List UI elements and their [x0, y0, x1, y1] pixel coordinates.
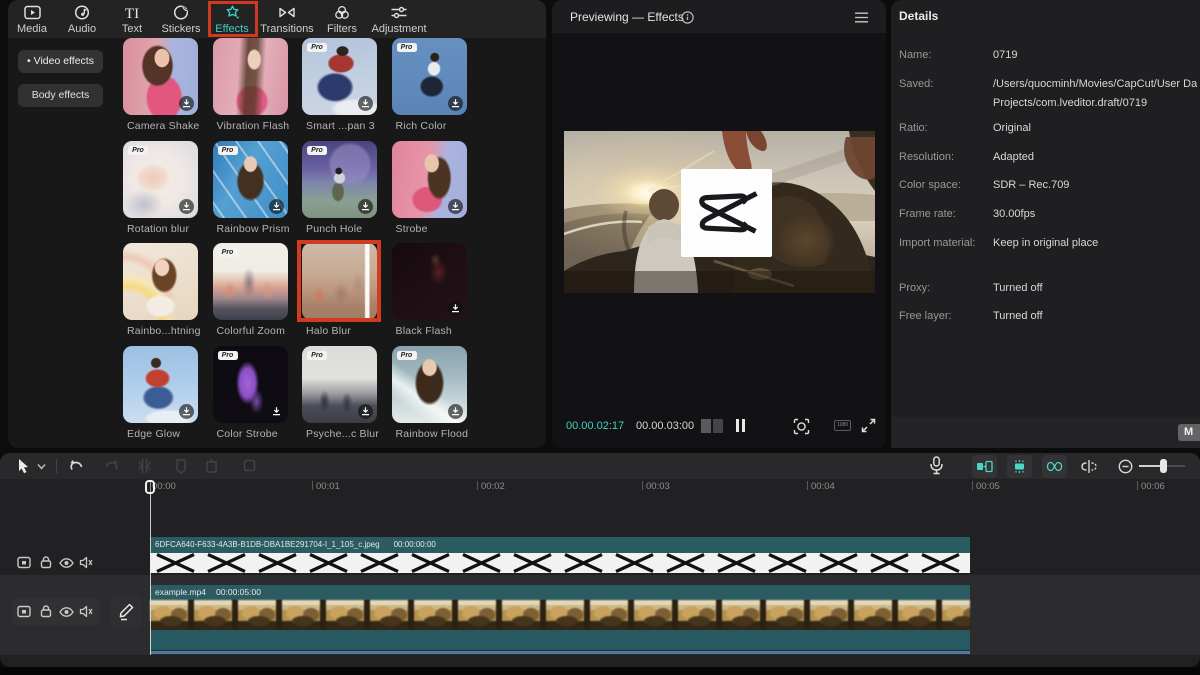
svg-text:TI: TI: [125, 6, 139, 20]
